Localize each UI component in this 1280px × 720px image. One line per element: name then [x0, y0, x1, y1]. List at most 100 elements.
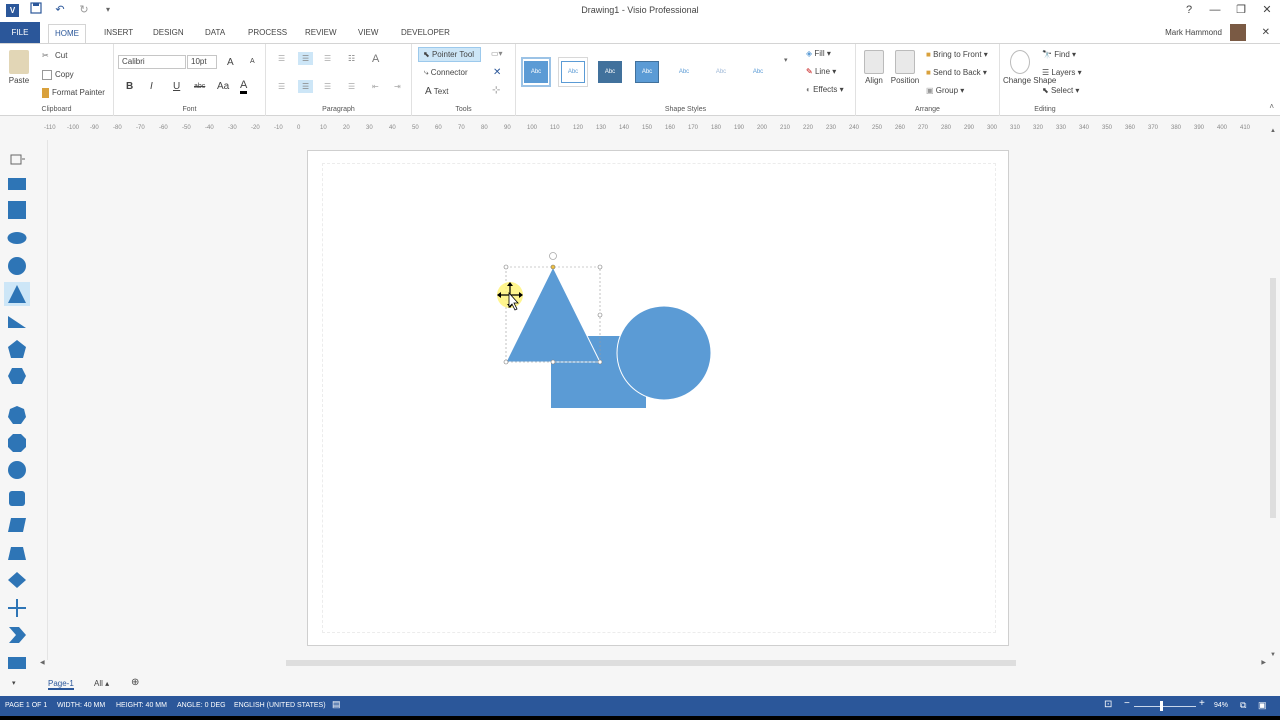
find-button[interactable]: 🔭 Find ▾	[1042, 50, 1076, 59]
connection-point-icon[interactable]: ✕	[493, 67, 501, 78]
rotation-handle[interactable]	[549, 252, 557, 260]
scroll-down-icon[interactable]: ▼	[1268, 652, 1278, 658]
circle-shape-icon[interactable]	[7, 256, 27, 276]
align-left-icon[interactable]: ☰	[278, 82, 285, 91]
align-button[interactable]: Align	[862, 50, 886, 85]
tab-developer[interactable]: DEVELOPER	[395, 26, 456, 39]
block-shape-icon[interactable]	[7, 653, 27, 673]
style-swatch-2[interactable]: Abc	[558, 57, 588, 87]
macro-record-icon[interactable]: ▤	[332, 699, 341, 710]
position-button[interactable]: Position	[890, 50, 920, 85]
tab-insert[interactable]: INSERT	[98, 26, 139, 39]
hexagon-shape-icon[interactable]	[7, 366, 27, 386]
rectangle-tool-icon[interactable]: ▭▾	[491, 49, 503, 58]
format-painter-button[interactable]: Format Painter	[42, 88, 105, 98]
zoom-slider[interactable]	[1134, 706, 1196, 707]
line-button[interactable]: ✎ Line ▾	[806, 67, 836, 76]
parallelogram-shape-icon[interactable]	[7, 515, 27, 535]
fit-page-icon[interactable]: ⊡	[1104, 699, 1112, 710]
align-top-icon[interactable]: ☰	[278, 54, 285, 63]
ellipse-shape-icon[interactable]	[7, 228, 27, 248]
tab-file[interactable]: FILE	[0, 22, 40, 43]
shrink-font-button[interactable]: A	[250, 58, 255, 65]
resize-handle[interactable]	[597, 264, 603, 270]
underline-button[interactable]: U	[173, 81, 180, 92]
vertical-scroll-thumb[interactable]	[1270, 278, 1276, 518]
zoom-slider-thumb[interactable]	[1160, 701, 1163, 711]
scroll-up-icon[interactable]: ▲	[1268, 128, 1278, 134]
help-button[interactable]: ?	[1176, 0, 1202, 20]
right-triangle-shape-icon[interactable]	[7, 312, 27, 332]
fill-button[interactable]: ◈ Fill ▾	[806, 49, 831, 58]
vertical-scrollbar[interactable]: ▲ ▼	[1268, 128, 1278, 658]
copy-button[interactable]: Copy	[42, 70, 74, 80]
style-swatch-5[interactable]: Abc	[669, 57, 699, 87]
layers-button[interactable]: ☰ Layers ▾	[1042, 68, 1082, 77]
heptagon-shape-icon[interactable]	[7, 405, 27, 425]
change-shape-button[interactable]: Change Shape	[1003, 50, 1056, 85]
italic-button[interactable]: I	[150, 81, 153, 92]
style-swatch-6[interactable]: Abc	[706, 57, 736, 87]
resize-handle[interactable]	[597, 312, 603, 318]
tab-home[interactable]: HOME	[48, 24, 86, 43]
triangle-shape[interactable]	[505, 265, 601, 363]
font-family-select[interactable]: Calibri	[118, 55, 186, 69]
status-page[interactable]: PAGE 1 OF 1	[5, 702, 47, 709]
text-tool-button[interactable]: A Text	[425, 86, 448, 97]
font-size-select[interactable]: 10pt	[187, 55, 217, 69]
font-color-button[interactable]: A	[240, 80, 248, 94]
close-button[interactable]: ✕	[1254, 0, 1280, 20]
square-shape-icon[interactable]	[7, 200, 27, 220]
bold-button[interactable]: B	[126, 81, 133, 92]
zoom-level[interactable]: 94%	[1214, 702, 1228, 709]
align-center-icon[interactable]: ☰	[298, 80, 314, 93]
triangle-shape-icon[interactable]	[7, 284, 27, 304]
bring-to-front-button[interactable]: ■ Bring to Front ▾	[926, 50, 988, 59]
tab-review[interactable]: REVIEW	[299, 26, 343, 39]
resize-handle[interactable]	[550, 359, 556, 365]
cut-button[interactable]: ✂ Cut	[42, 51, 67, 61]
style-swatch-1[interactable]: Abc	[521, 57, 551, 87]
restore-button[interactable]: ❐	[1228, 0, 1254, 20]
change-case-button[interactable]: Aa	[217, 81, 229, 92]
style-swatch-3[interactable]: Abc	[595, 57, 625, 87]
select-button[interactable]: ⬉ Select ▾	[1042, 86, 1079, 95]
text-direction-icon[interactable]: A	[372, 53, 379, 65]
decrease-indent-icon[interactable]: ⇤	[372, 82, 379, 91]
rectangle-shape-icon[interactable]	[7, 174, 27, 194]
tab-design[interactable]: DESIGN	[147, 26, 190, 39]
user-name[interactable]: Mark Hammond	[1165, 28, 1222, 37]
group-button[interactable]: ▣ Group ▾	[926, 86, 964, 95]
can-shape-icon[interactable]	[7, 488, 27, 508]
pentagon-shape-icon[interactable]	[7, 339, 27, 359]
add-page-icon[interactable]: ⊕	[131, 677, 139, 688]
tab-data[interactable]: DATA	[199, 26, 231, 39]
tab-page-1[interactable]: Page-1	[48, 679, 74, 690]
pointer-tool-button[interactable]: ⬉ Pointer Tool	[418, 47, 482, 62]
minimize-button[interactable]: —	[1202, 0, 1228, 20]
switch-windows-icon[interactable]: ⧉	[1240, 700, 1246, 711]
paste-button[interactable]: Paste	[6, 50, 32, 85]
effects-button[interactable]: ◐ Effects ▾	[806, 85, 844, 94]
grow-font-button[interactable]: A	[227, 57, 234, 68]
tab-all-pages[interactable]: All ▴	[94, 679, 109, 688]
chevron-shape-icon[interactable]	[7, 625, 27, 645]
zoom-in-icon[interactable]: +	[1199, 698, 1205, 709]
justify-icon[interactable]: ☰	[348, 82, 355, 91]
tab-view[interactable]: VIEW	[352, 26, 384, 39]
octagon-shape-icon[interactable]	[7, 433, 27, 453]
align-middle-icon[interactable]: ☰	[298, 52, 314, 65]
avatar[interactable]	[1230, 24, 1246, 41]
page-nav-icon[interactable]: ▾	[12, 679, 16, 687]
control-handle[interactable]	[550, 264, 556, 270]
trapezoid-shape-icon[interactable]	[7, 543, 27, 563]
presentation-mode-icon[interactable]: ▣	[1258, 700, 1267, 711]
align-right-icon[interactable]: ☰	[324, 82, 331, 91]
horizontal-scroll-thumb[interactable]	[286, 660, 1016, 666]
diamond-shape-icon[interactable]	[7, 570, 27, 590]
scroll-right-icon[interactable]: ▶	[1261, 659, 1266, 666]
resize-handle[interactable]	[503, 359, 509, 365]
close-document-icon[interactable]: ✕	[1262, 27, 1270, 38]
circle-shape[interactable]	[616, 305, 712, 401]
scroll-left-icon[interactable]: ◀	[40, 659, 45, 666]
